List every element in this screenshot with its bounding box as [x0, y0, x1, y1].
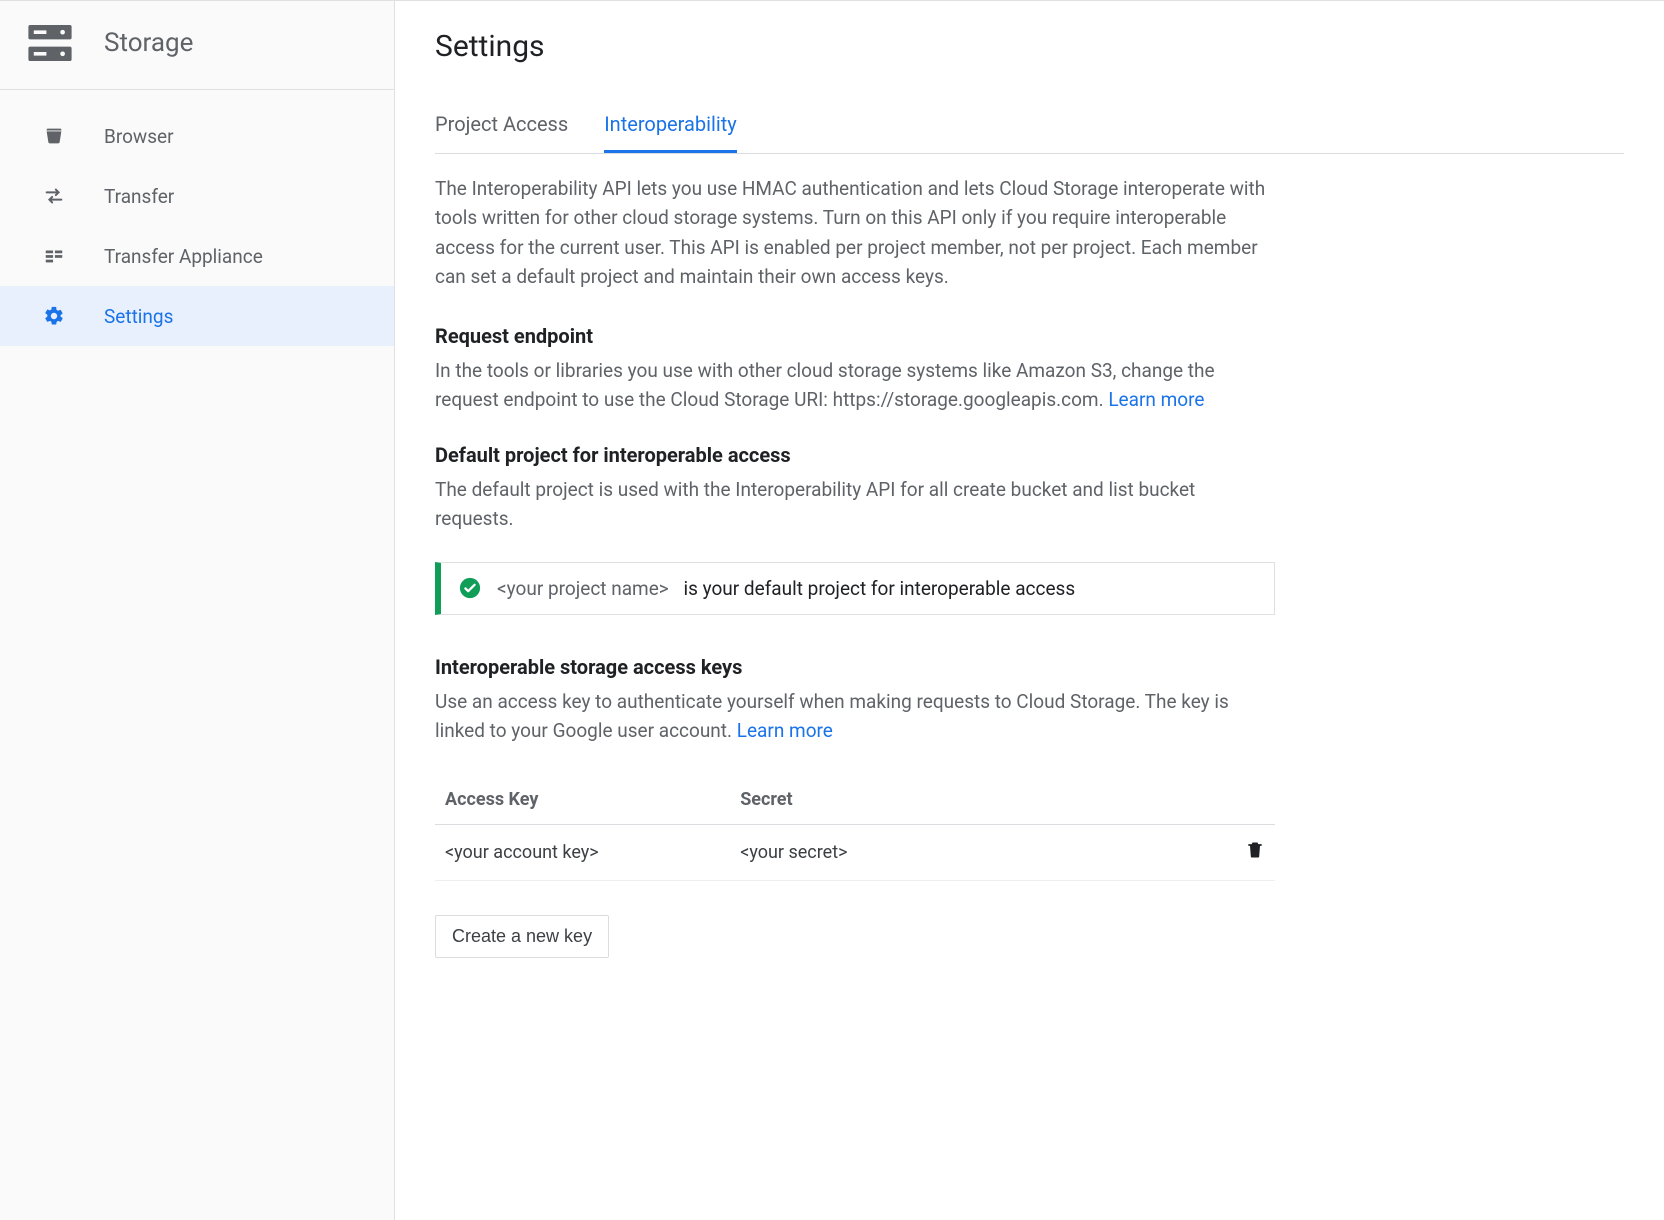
storage-product-icon [28, 25, 72, 61]
sidebar-item-transfer-appliance[interactable]: Transfer Appliance [0, 226, 394, 286]
transfer-icon [40, 182, 68, 210]
create-new-key-button[interactable]: Create a new key [435, 915, 609, 958]
table-header: Access Key Secret [435, 773, 1275, 825]
cell-access-key: <your account key> [445, 842, 740, 863]
page-title: Settings [435, 29, 1624, 64]
banner-suffix: is your default project for interoperabl… [683, 577, 1075, 600]
sidebar-item-label: Transfer [104, 185, 174, 208]
request-endpoint-heading: Request endpoint [435, 324, 1275, 348]
interop-intro: The Interoperability API lets you use HM… [435, 174, 1275, 292]
access-keys-text: Use an access key to authenticate yourse… [435, 687, 1275, 746]
tab-interoperability[interactable]: Interoperability [604, 112, 737, 153]
sidebar-nav: Browser Transfer Transfer Appliance Sett… [0, 90, 394, 346]
sidebar-item-label: Transfer Appliance [104, 245, 263, 268]
check-circle-icon [459, 577, 481, 599]
access-keys-heading: Interoperable storage access keys [435, 655, 1275, 679]
access-keys-learn-more-link[interactable]: Learn more [737, 719, 833, 742]
col-header-access-key: Access Key [445, 789, 740, 810]
banner-project-name: <your project name> [497, 577, 669, 600]
main-content: Settings Project Access Interoperability… [395, 0, 1664, 1220]
default-project-banner: <your project name> is your default proj… [435, 562, 1275, 615]
appliance-icon [40, 242, 68, 270]
sidebar-item-settings[interactable]: Settings [0, 286, 394, 346]
sidebar-item-transfer[interactable]: Transfer [0, 166, 394, 226]
default-project-text: The default project is used with the Int… [435, 475, 1275, 534]
delete-key-icon[interactable] [1245, 839, 1265, 861]
gear-icon [40, 302, 68, 330]
request-endpoint-body: In the tools or libraries you use with o… [435, 359, 1215, 411]
default-project-heading: Default project for interoperable access [435, 443, 1275, 467]
request-endpoint-text: In the tools or libraries you use with o… [435, 356, 1275, 415]
bucket-icon [40, 122, 68, 150]
col-header-secret: Secret [740, 789, 1225, 810]
sidebar-header: Storage [0, 1, 394, 90]
sidebar-item-browser[interactable]: Browser [0, 106, 394, 166]
tabs: Project Access Interoperability [435, 112, 1624, 154]
table-row: <your account key> <your secret> [435, 825, 1275, 881]
cell-secret: <your secret> [740, 842, 1225, 863]
request-endpoint-learn-more-link[interactable]: Learn more [1108, 388, 1204, 411]
sidebar-item-label: Settings [104, 305, 173, 328]
banner-text: <your project name> is your default proj… [497, 577, 1075, 600]
tab-project-access[interactable]: Project Access [435, 112, 568, 153]
sidebar-item-label: Browser [104, 125, 174, 148]
sidebar: Storage Browser Transfer Transfer Applia… [0, 0, 395, 1220]
interop-content: The Interoperability API lets you use HM… [435, 174, 1275, 958]
access-keys-table: Access Key Secret <your account key> <yo… [435, 773, 1275, 881]
product-title: Storage [104, 28, 193, 58]
